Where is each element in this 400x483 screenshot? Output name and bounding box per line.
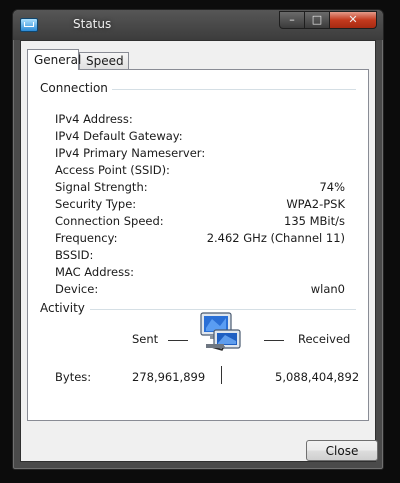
bytes-sent-value: 278,961,899	[132, 370, 206, 384]
row-value: 2.462 GHz (Channel 11)	[206, 231, 345, 245]
connection-row-signal-strength: Signal Strength: 74%	[55, 180, 345, 196]
dialog-client-area: General Speed Connection IPv4 Address: I…	[20, 40, 378, 462]
connection-row-default-gateway: IPv4 Default Gateway:	[55, 129, 345, 145]
row-label: MAC Address:	[55, 265, 134, 279]
general-tab-panel: Connection IPv4 Address: IPv4 Default Ga…	[27, 69, 369, 421]
received-dash	[264, 340, 284, 341]
close-button[interactable]: Close	[306, 440, 378, 461]
sent-dash	[168, 340, 188, 341]
status-window: Status – □ ✕ General Speed Connection IP…	[12, 9, 384, 470]
connection-row-bssid: BSSID:	[55, 248, 345, 264]
connection-row-ipv4-address: IPv4 Address:	[55, 112, 345, 128]
row-value: 135 MBit/s	[284, 214, 345, 228]
minimize-button[interactable]: –	[279, 11, 305, 29]
bytes-separator	[221, 366, 222, 384]
bytes-label: Bytes:	[55, 370, 92, 384]
row-label: Connection Speed:	[55, 214, 164, 228]
sent-label: Sent	[132, 332, 159, 346]
connection-row-frequency: Frequency: 2.462 GHz (Channel 11)	[55, 231, 345, 247]
row-label: Frequency:	[55, 231, 118, 245]
connection-row-primary-nameserver: IPv4 Primary Nameserver:	[55, 146, 345, 162]
row-label: IPv4 Primary Nameserver:	[55, 146, 206, 160]
row-value: wlan0	[310, 282, 345, 296]
tab-speed[interactable]: Speed	[79, 52, 129, 69]
title-bar[interactable]: Status – □ ✕	[13, 10, 383, 40]
connection-row-connection-speed: Connection Speed: 135 MBit/s	[55, 214, 345, 230]
row-label: IPv4 Default Gateway:	[55, 129, 183, 143]
network-status-app-icon	[20, 18, 38, 32]
row-label: IPv4 Address:	[55, 112, 133, 126]
bytes-received-value: 5,088,404,892	[275, 370, 360, 384]
connection-heading: Connection	[40, 81, 112, 95]
connection-row-mac-address: MAC Address:	[55, 265, 345, 281]
row-label: Access Point (SSID):	[55, 163, 170, 177]
activity-heading: Activity	[40, 301, 89, 315]
row-value: 74%	[319, 180, 345, 194]
network-computers-icon	[200, 312, 241, 351]
connection-divider	[100, 89, 356, 90]
connection-row-access-point: Access Point (SSID):	[55, 163, 345, 179]
maximize-button[interactable]: □	[304, 11, 330, 29]
close-window-button[interactable]: ✕	[329, 11, 377, 29]
row-value: WPA2-PSK	[286, 197, 345, 211]
row-label: BSSID:	[55, 248, 94, 262]
row-label: Signal Strength:	[55, 180, 148, 194]
connection-row-security-type: Security Type: WPA2-PSK	[55, 197, 345, 213]
row-label: Device:	[55, 282, 99, 296]
tab-general[interactable]: General	[27, 49, 81, 70]
received-label: Received	[298, 332, 351, 346]
connection-row-device: Device: wlan0	[55, 282, 345, 298]
row-label: Security Type:	[55, 197, 137, 211]
window-title: Status	[73, 17, 112, 31]
